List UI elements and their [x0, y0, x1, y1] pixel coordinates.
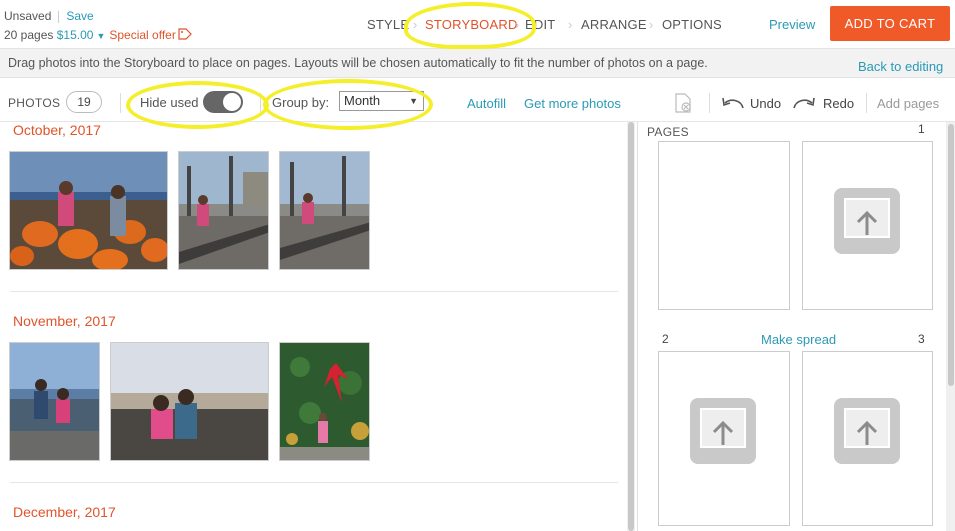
month-heading: November, 2017 — [13, 313, 116, 329]
unsaved-label: Unsaved — [4, 9, 52, 23]
highlight-group-by — [263, 79, 433, 130]
upload-photo-icon — [690, 398, 756, 464]
special-offer-link[interactable]: Special offer — [109, 28, 176, 42]
save-status: Unsaved Save — [4, 9, 94, 23]
redo-icon[interactable] — [792, 95, 816, 109]
photo-thumbnail[interactable] — [9, 151, 168, 270]
photo-thumbnail[interactable] — [110, 342, 269, 461]
photo-thumbnail[interactable] — [9, 342, 100, 461]
undo-button[interactable]: Undo — [750, 96, 781, 111]
page-number: 1 — [918, 122, 925, 136]
group-divider — [10, 482, 618, 483]
price-link[interactable]: $15.00 — [57, 28, 94, 42]
pages-title: PAGES — [647, 125, 689, 139]
page-slot[interactable] — [802, 141, 933, 310]
autofill-link[interactable]: Autofill — [467, 96, 506, 111]
redo-button[interactable]: Redo — [823, 96, 854, 111]
make-spread-link[interactable]: Make spread — [761, 332, 836, 347]
save-link[interactable]: Save — [66, 9, 93, 23]
highlight-hide-used — [126, 81, 269, 129]
tab-style[interactable]: STYLE — [367, 17, 409, 32]
add-pages-button[interactable]: Add pages — [877, 96, 939, 111]
photo-library: October, 2017 November, 2017 December, 2… — [0, 122, 627, 531]
group-divider — [10, 291, 618, 292]
scrollbar-thumb[interactable] — [948, 124, 954, 386]
upload-photo-icon — [834, 398, 900, 464]
preview-link[interactable]: Preview — [769, 17, 815, 32]
pages-scrollbar[interactable] — [946, 122, 955, 531]
scrollbar-thumb[interactable] — [628, 122, 634, 531]
tab-arrange[interactable]: ARRANGE — [581, 17, 647, 32]
chevron-down-icon[interactable]: ▼ — [96, 31, 105, 41]
chevron-right-icon: › — [649, 17, 654, 32]
tab-options[interactable]: OPTIONS — [662, 17, 722, 32]
hint-text: Drag photos into the Storyboard to place… — [8, 56, 708, 70]
highlight-storyboard — [404, 2, 536, 49]
photos-count-badge: 19 — [66, 91, 102, 113]
project-summary: 20 pages $15.00 ▼ Special offer — [4, 28, 192, 42]
remove-page-icon[interactable] — [674, 93, 692, 113]
chevron-right-icon: › — [568, 17, 573, 32]
panel-divider — [637, 122, 638, 531]
page-number: 2 — [662, 332, 669, 346]
divider — [120, 93, 121, 113]
undo-icon[interactable] — [721, 95, 745, 109]
page-slot[interactable] — [802, 351, 933, 526]
photos-label: PHOTOS — [8, 96, 61, 110]
tag-icon — [178, 28, 192, 40]
divider — [709, 93, 710, 113]
divider — [866, 93, 867, 113]
photo-thumbnail[interactable] — [279, 151, 370, 270]
page-cover-left[interactable] — [658, 141, 790, 310]
back-to-editing-link[interactable]: Back to editing — [858, 59, 943, 74]
month-heading: October, 2017 — [13, 122, 101, 138]
add-to-cart-button[interactable]: ADD TO CART — [830, 6, 950, 41]
get-more-photos-link[interactable]: Get more photos — [524, 96, 621, 111]
photo-scrollbar[interactable] — [627, 122, 635, 531]
photo-thumbnail[interactable] — [178, 151, 269, 270]
upload-photo-icon — [834, 188, 900, 254]
hint-bar: Drag photos into the Storyboard to place… — [0, 48, 955, 78]
month-heading: December, 2017 — [13, 504, 116, 520]
photo-thumbnail[interactable] — [279, 342, 370, 461]
pages-count: 20 pages — [4, 28, 54, 42]
page-number: 3 — [918, 332, 925, 346]
page-slot[interactable] — [658, 351, 790, 526]
